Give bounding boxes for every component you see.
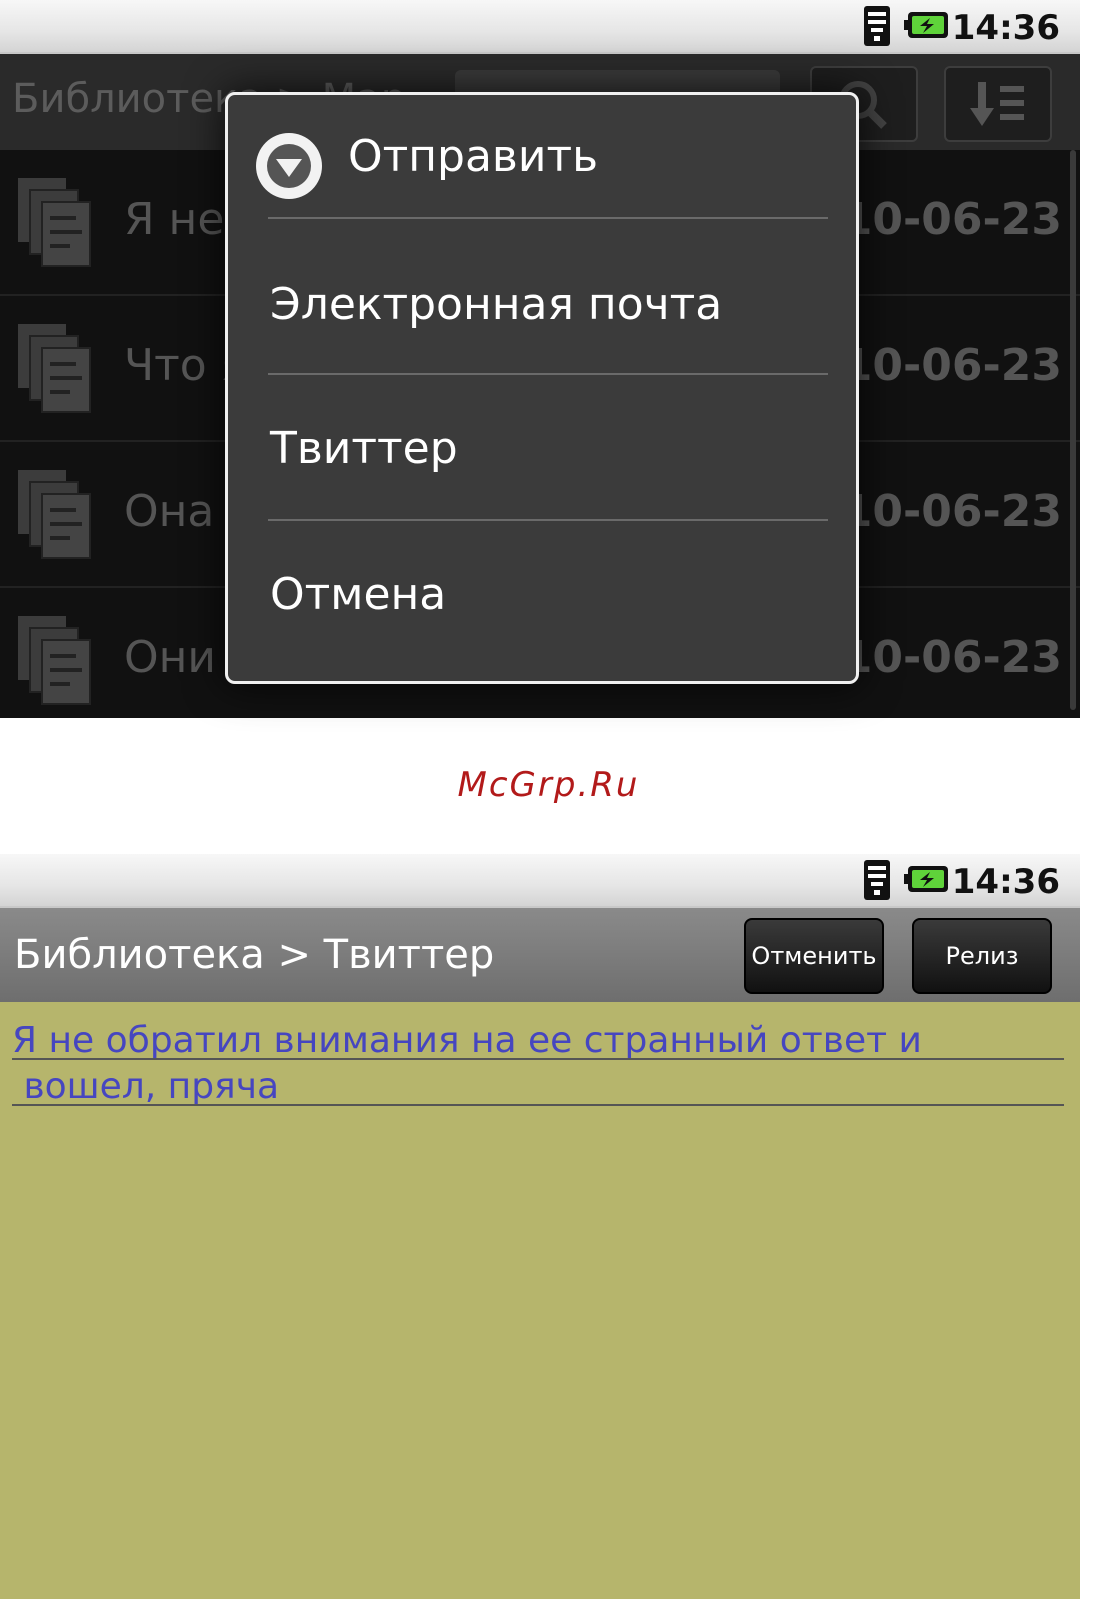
watermark: McGrp.Ru: [457, 765, 640, 805]
document-icon: [18, 324, 91, 413]
scrollbar[interactable]: [1070, 150, 1076, 710]
dialog-title: Отправить: [348, 131, 599, 182]
cancel-button[interactable]: Отменить: [744, 918, 884, 994]
divider: [268, 373, 828, 375]
chevron-down-circle-icon: [256, 133, 322, 199]
divider: [268, 519, 828, 521]
menu-item-cancel[interactable]: Отмена: [270, 569, 446, 620]
sort-icon: [970, 82, 1024, 126]
battery-charging-icon: [904, 12, 948, 38]
title-bar: Библиотека > Твиттер Отменить Релиз: [0, 908, 1080, 1002]
status-bar: 14:36: [0, 0, 1080, 54]
dialog-header: Отправить: [228, 95, 856, 219]
release-button[interactable]: Релиз: [912, 918, 1052, 994]
document-icon: [18, 470, 91, 559]
breadcrumb: Библиотека > Твиттер: [14, 932, 495, 978]
menu-item-email[interactable]: Электронная почта: [270, 279, 722, 330]
clock: 14:36: [951, 8, 1060, 48]
menu-item-twitter[interactable]: Твиттер: [270, 423, 458, 474]
text-underline: [12, 1104, 1064, 1106]
text-editor[interactable]: Я не обратил внимания на ее странный отв…: [0, 1002, 1080, 1599]
post-text[interactable]: Я не обратил внимания на ее странный отв…: [12, 1018, 1064, 1110]
text-underline: [12, 1058, 1064, 1060]
clock: 14:36: [951, 862, 1060, 902]
wifi-signal-icon: [864, 860, 890, 900]
share-dialog: Отправить Электронная почта Твиттер Отме…: [225, 92, 859, 684]
sort-button[interactable]: [944, 66, 1052, 142]
divider: [268, 217, 828, 219]
wifi-signal-icon: [864, 6, 890, 46]
status-bar: 14:36: [0, 854, 1080, 908]
battery-charging-icon: [904, 866, 948, 892]
document-icon: [18, 616, 91, 705]
document-icon: [18, 178, 91, 267]
